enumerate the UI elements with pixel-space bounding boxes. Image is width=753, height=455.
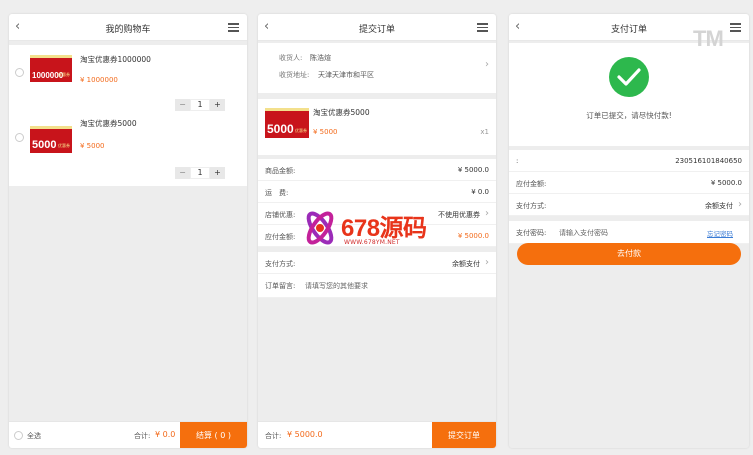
quantity-input[interactable]: 1 xyxy=(190,99,210,111)
password-label: 支付密码: xyxy=(516,229,547,237)
payable-label: 应付金额: xyxy=(265,233,296,241)
coupon-amount: 5000 xyxy=(32,139,57,151)
select-all-label[interactable]: 全选 xyxy=(27,431,41,441)
amount-label: 应付金额: xyxy=(516,180,547,188)
atom-logo-icon xyxy=(306,211,334,245)
product-name[interactable]: 淘宝优惠券5000 xyxy=(80,118,137,129)
item-select-radio[interactable] xyxy=(15,133,24,142)
product-quantity: x1 xyxy=(480,128,489,136)
cart-item: 5000 优惠券 淘宝优惠券5000 ¥ 5000 − 1 + xyxy=(9,113,247,186)
decrease-button[interactable]: − xyxy=(175,167,190,179)
shipping-label: 运 费: xyxy=(265,189,289,197)
coupon-amount: 5000 xyxy=(267,122,294,136)
method-value: 余额支付 xyxy=(705,202,733,210)
page-title: 我的购物车 xyxy=(105,25,151,35)
address-label: 收货地址: xyxy=(279,71,310,79)
watermark-url: WWW.678YM.NET xyxy=(344,239,400,246)
recipient-name: 陈浩煊 xyxy=(310,54,331,62)
menu-icon[interactable] xyxy=(228,23,239,32)
recipient-label: 收货人: xyxy=(279,54,303,62)
quantity-stepper: − 1 + xyxy=(175,167,225,179)
shipping-value: ¥ 0.0 xyxy=(471,188,489,196)
order-number-row: : 230516101840650 xyxy=(509,150,749,172)
order-note-label: 订单留言: xyxy=(265,282,296,290)
order-note-row: 订单留言: 请填写您的其他要求 xyxy=(258,274,496,298)
menu-icon[interactable] xyxy=(730,23,741,32)
goods-amount-row: 商品金额: ¥ 5000.0 xyxy=(258,159,496,181)
forgot-password-link[interactable]: 忘记密码 xyxy=(707,228,733,238)
order-number-label: : xyxy=(516,157,519,165)
order-number-value: 230516101840650 xyxy=(675,157,742,165)
method-label: 支付方式: xyxy=(516,202,547,210)
item-select-radio[interactable] xyxy=(15,68,24,77)
product-thumbnail: 5000 优惠券 xyxy=(265,108,309,138)
chevron-right-icon: › xyxy=(485,257,489,268)
cart-navbar: ‹ 我的购物车 xyxy=(9,14,247,41)
increase-button[interactable]: + xyxy=(210,99,225,111)
payment-method-value: 余额支付 xyxy=(452,260,480,268)
chevron-right-icon: › xyxy=(738,199,742,210)
submit-order-button[interactable]: 提交订单 xyxy=(432,422,496,448)
quantity-stepper: − 1 + xyxy=(175,99,225,111)
product-name: 淘宝优惠券5000 xyxy=(313,108,370,117)
payment-method-row[interactable]: 支付方式: 余额支付 › xyxy=(258,252,496,274)
password-row: 支付密码: 请输入支付密码 忘记密码 xyxy=(509,221,749,244)
watermark-brand: 678源码 xyxy=(341,215,427,242)
cart-bottom-bar: 全选 合计: ¥ 0.0 结算 ( 0 ) xyxy=(9,421,247,448)
address-card[interactable]: 收货人: 陈浩煊 收货地址: 天津天津市和平区 › xyxy=(258,43,496,93)
goods-amount-value: ¥ 5000.0 xyxy=(457,166,489,174)
amount-value: ¥ 5000.0 xyxy=(710,179,742,187)
payment-screen: ‹ 支付订单 订单已提交，请尽快付款! : 230516101840650 应付… xyxy=(509,14,749,448)
goods-amount-label: 商品金额: xyxy=(265,167,296,175)
total-value: ¥ 5000.0 xyxy=(287,430,323,439)
success-check-icon xyxy=(609,57,649,97)
payment-method-label: 支付方式: xyxy=(265,260,296,268)
product-name[interactable]: 淘宝优惠券1000000 xyxy=(80,54,151,65)
shipping-row: 运 费: ¥ 0.0 xyxy=(258,181,496,203)
checkout-button[interactable]: 结算 ( 0 ) xyxy=(180,422,247,448)
total-label: 合计: xyxy=(134,432,151,440)
chevron-right-icon: › xyxy=(485,59,489,70)
cart-screen: ‹ 我的购物车 1000000 优惠券 淘宝优惠券1000000 ¥ 10000… xyxy=(9,14,247,448)
product-thumbnail[interactable]: 1000000 优惠券 xyxy=(30,55,72,82)
menu-icon[interactable] xyxy=(477,23,488,32)
status-message: 订单已提交，请尽快付款! xyxy=(586,111,672,120)
product-price: ¥ 5000 xyxy=(313,128,338,136)
site-watermark: 678源码 WWW.678YM.NET xyxy=(300,204,490,254)
address-text: 天津天津市和平区 xyxy=(318,71,374,79)
order-product: 5000 优惠券 淘宝优惠券5000 ¥ 5000 x1 xyxy=(258,99,496,155)
order-bottom-bar: 合计: ¥ 5000.0 提交订单 xyxy=(258,421,496,448)
total-value: ¥ 0.0 xyxy=(155,430,176,439)
product-price: ¥ 1000000 xyxy=(80,76,118,84)
product-thumbnail[interactable]: 5000 优惠券 xyxy=(30,126,72,153)
coupon-tag: 优惠券 xyxy=(58,72,70,77)
coupon-tag: 优惠券 xyxy=(58,143,70,148)
product-price: ¥ 5000 xyxy=(80,142,105,150)
decrease-button[interactable]: − xyxy=(175,99,190,111)
payment-status-card: 订单已提交，请尽快付款! xyxy=(509,43,749,146)
increase-button[interactable]: + xyxy=(210,167,225,179)
amount-row: 应付金额: ¥ 5000.0 xyxy=(509,172,749,194)
method-row[interactable]: 支付方式: 余额支付 › xyxy=(509,194,749,216)
cart-item: 1000000 优惠券 淘宝优惠券1000000 ¥ 1000000 − 1 + xyxy=(9,45,247,115)
order-note-input[interactable]: 请填写您的其他要求 xyxy=(305,281,368,291)
tm-watermark: TM xyxy=(693,26,724,51)
select-all-radio[interactable] xyxy=(14,431,23,440)
shop-discount-label: 店铺优惠: xyxy=(265,211,296,219)
order-navbar: ‹ 提交订单 xyxy=(258,14,496,41)
password-input[interactable]: 请输入支付密码 xyxy=(559,228,608,238)
page-title: 提交订单 xyxy=(358,25,395,35)
quantity-input[interactable]: 1 xyxy=(190,167,210,179)
total-label: 合计: xyxy=(265,432,282,440)
pay-button[interactable]: 去付款 xyxy=(517,243,741,265)
coupon-tag: 优惠券 xyxy=(295,128,307,133)
